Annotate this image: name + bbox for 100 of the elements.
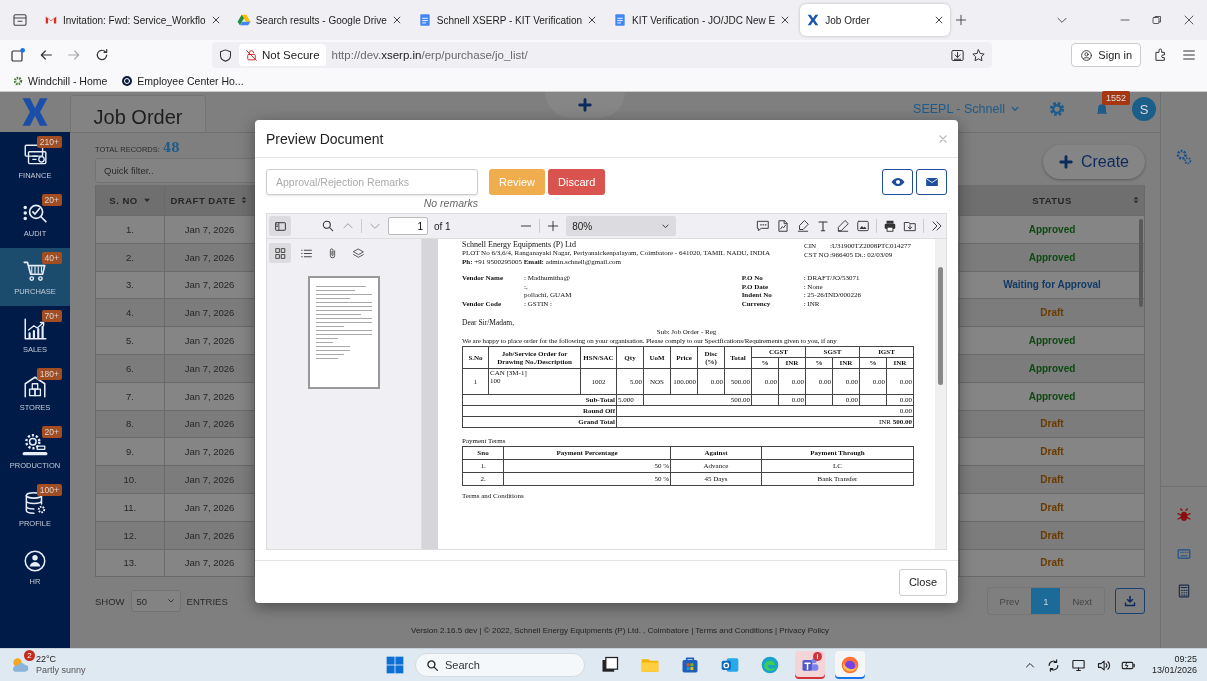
bookmark[interactable]: Windchill - Home [12,74,108,87]
mail-app-icon[interactable] [720,655,740,675]
save-icon[interactable] [903,219,917,233]
security-indicator[interactable]: Not Secure [239,44,326,66]
page-title: Job Order [70,95,206,132]
double-chevron-icon[interactable] [930,219,944,233]
browser-tab[interactable]: Schnell XSERP - KIT Verification [411,4,604,36]
sort-icon [240,195,249,205]
table-cell: 1. [95,216,165,244]
search-field[interactable]: Search [415,653,585,677]
address-bar[interactable]: Not Secure http://dev.xserp.in/erp/purchase/jo_list/ [212,42,992,68]
email-button[interactable] [916,169,947,195]
browser-tab[interactable]: Invitation: Fwd: Service_Workflo [38,4,227,36]
count-badge: 100+ [36,484,62,496]
close-icon[interactable] [210,15,221,25]
close-button[interactable]: Close [898,568,947,596]
restore-icon[interactable] [1151,14,1163,26]
status-cell: Draft [960,521,1145,550]
calculator-icon[interactable] [1177,583,1191,599]
count-badge: 70+ [41,310,62,322]
close-icon[interactable] [780,15,791,25]
page-size-select[interactable]: 50 [130,590,181,613]
weather-text: Partly sunny [36,665,86,676]
scrollbar[interactable] [935,239,946,549]
sun-cloud-icon [10,655,30,675]
count-badge: 20+ [41,426,62,438]
bug-icon[interactable] [1176,507,1192,523]
records-count: 48 [162,141,180,155]
display-icon[interactable] [1070,657,1086,673]
reload-icon[interactable] [94,47,110,63]
search-icon [426,658,439,672]
count-badge: 210+ [36,136,62,148]
search-icon[interactable] [321,219,335,233]
close-icon[interactable] [587,15,598,25]
printer-icon[interactable] [883,219,897,233]
table-cell: 13. [95,549,165,578]
page-button[interactable]: 1 [1031,588,1061,615]
status-cell: Draft [960,493,1145,522]
discard-button[interactable]: Discard [548,169,606,195]
status-cell: Approved [960,327,1145,355]
preview-button[interactable] [882,169,913,195]
start-icon[interactable] [385,655,405,675]
company-name: Schnell Energy Equipments (P) Ltd [462,240,578,249]
browser-tab[interactable]: Job Order [800,4,951,36]
logo-icon [806,13,821,27]
status-cell: Approved [960,355,1145,383]
user-avatar[interactable]: S [1132,97,1156,121]
signature-icon[interactable] [776,219,790,233]
image-icon[interactable] [856,219,870,233]
create-button[interactable]: Create [1042,145,1145,179]
status-cell: Draft [960,466,1145,494]
plus-icon [578,98,592,112]
menu-icon[interactable] [1181,47,1197,63]
sync-icon[interactable] [1045,657,1061,673]
table-cell: 5. [95,327,165,355]
close-icon[interactable] [391,15,402,25]
eye-icon [890,175,905,189]
page-thumbnail[interactable] [308,276,380,389]
pencil-icon[interactable] [836,219,850,233]
sort-icon [1132,195,1140,205]
count-badge: 180+ [36,368,62,380]
tab-list-icon[interactable] [12,12,28,28]
save-page-icon[interactable] [950,47,965,63]
status-cell: Draft [960,549,1145,578]
table-cell: 7. [95,382,165,411]
back-icon[interactable] [38,47,54,63]
url-text: http://dev.xserp.in/erp/purchase/jo_list/ [331,49,529,61]
highlighter-icon[interactable] [796,219,810,233]
window-icon[interactable] [10,47,26,63]
browser-tab[interactable]: KIT Verification - JO/JDC New E [607,4,797,36]
zoom-select[interactable]: 80% [566,216,677,236]
bookmark[interactable]: Employee Center Ho... [121,74,244,87]
star-icon[interactable] [971,47,986,63]
remarks-field[interactable]: Approval/Rejection Remarks [266,169,478,195]
circle-logo-icon [121,74,134,87]
clock[interactable]: 09:25 13/01/2026 [1151,654,1197,676]
plus-icon [1058,155,1073,169]
add-button[interactable] [545,92,625,118]
page-number-field[interactable]: 1 [388,217,428,235]
sign-in-button[interactable]: Sign in [1071,43,1141,67]
thumbnails-icon [273,246,287,260]
store-bag-icon[interactable] [680,655,700,675]
sidebar-toggle-button[interactable] [269,216,291,236]
triangle-icon [236,13,251,27]
page-count: of 1 [434,220,451,232]
comment-icon[interactable] [756,219,770,233]
chevron-down-icon [1010,104,1020,114]
browser-tab[interactable]: Search results - Google Drive [230,4,408,36]
plus-icon[interactable] [546,219,561,233]
sidebar-tab[interactable] [269,243,291,263]
account-icon [1080,48,1094,62]
close-icon[interactable] [1183,14,1195,26]
version-footer: Version 2.16.5 dev | © 2022, Schnell Energy Equipments (P) Ltd. , Coimbatore | Terms and Conditions | Privacy Policy [95,626,1145,648]
download-icon [1124,595,1136,608]
sidebar-icon [273,219,287,233]
download-button[interactable] [1115,588,1145,615]
close-icon[interactable] [934,15,945,25]
count-badge: 20+ [41,194,62,206]
text-icon[interactable] [816,219,830,233]
table-cell: 10. [95,466,165,494]
